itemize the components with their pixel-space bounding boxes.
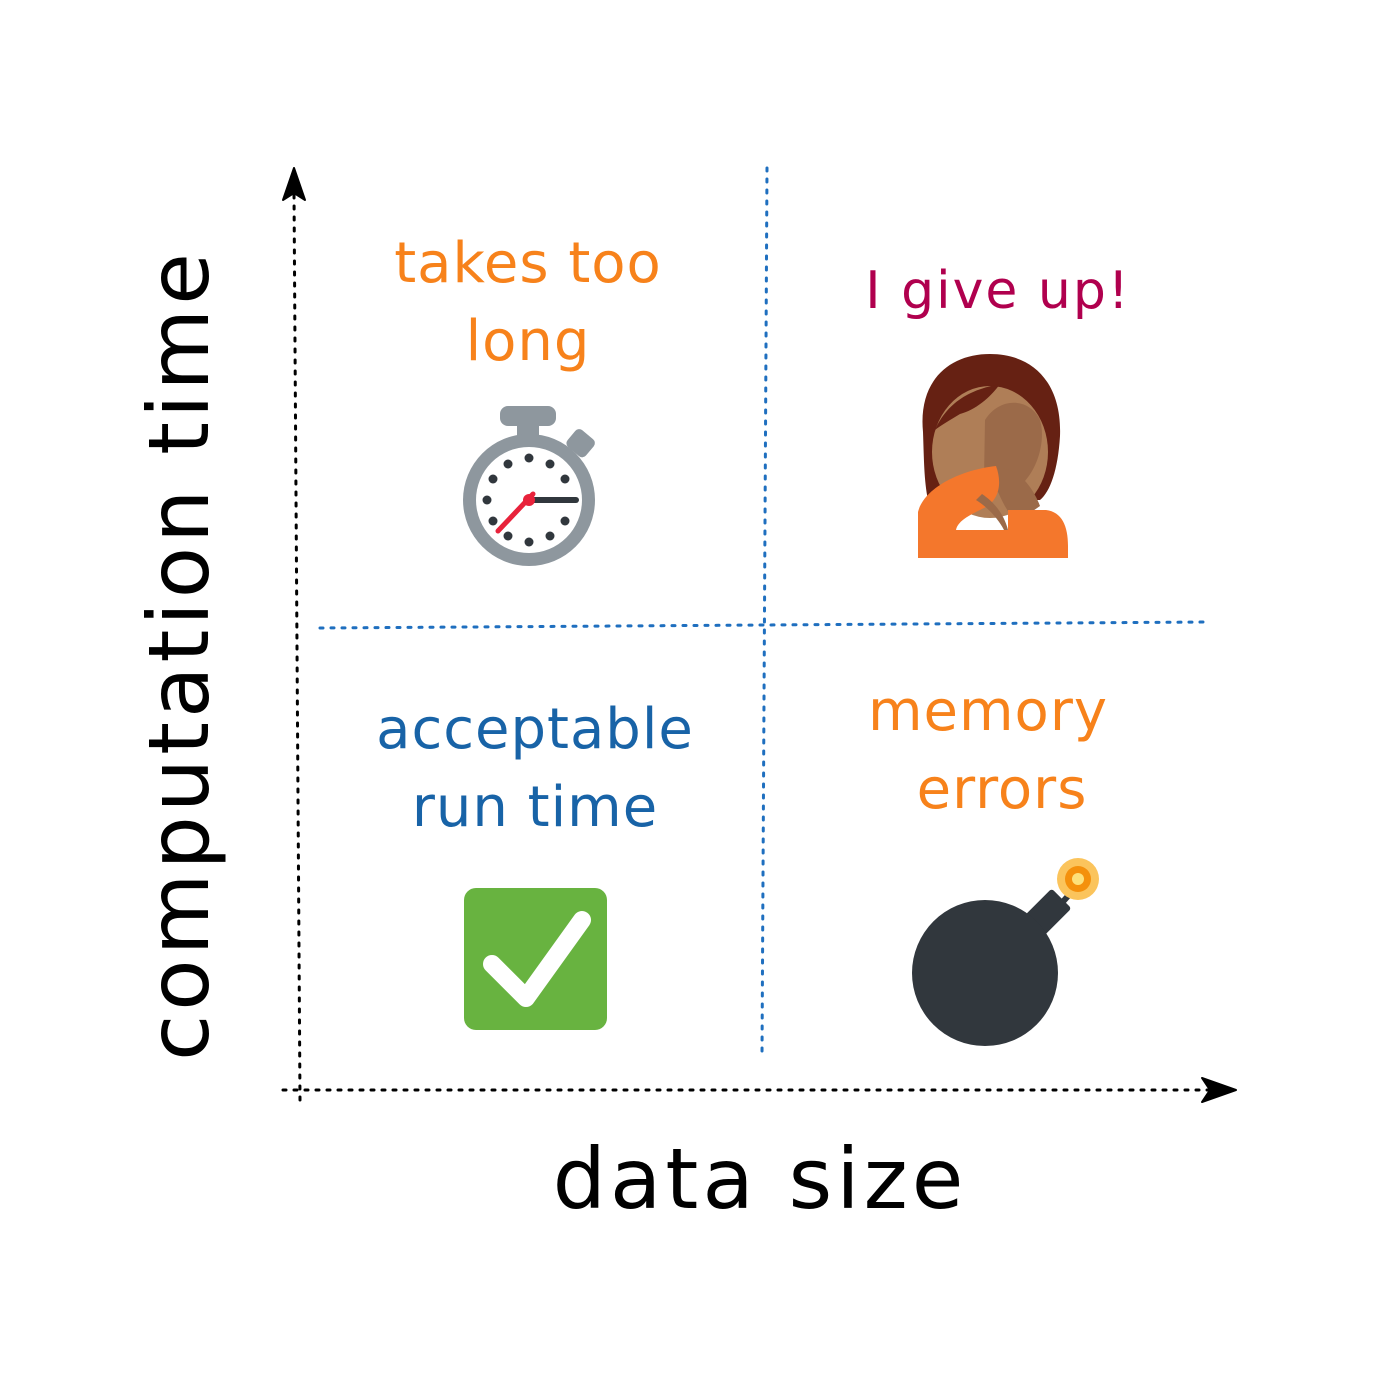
bottom-right-label-line1: memory — [868, 679, 1108, 744]
top-left-label-line1: takes too — [394, 231, 662, 296]
bottom-left-label-line2: run time — [412, 775, 658, 840]
quadrant-bottom-left: acceptable run time — [376, 697, 694, 1030]
quadrant-diagram: data size computation time takes too lon… — [130, 166, 1237, 1228]
check-mark-button-icon — [464, 888, 607, 1030]
bottom-right-label-line2: errors — [917, 757, 1088, 822]
vertical-divider — [760, 166, 769, 1057]
y-axis-label: computation time — [130, 249, 228, 1061]
top-right-label: I give up! — [865, 261, 1130, 321]
stopwatch-icon — [463, 406, 595, 566]
quadrant-top-left: takes too long — [394, 231, 662, 566]
bomb-icon — [912, 858, 1099, 1046]
x-axis-label: data size — [553, 1130, 968, 1228]
quadrant-top-right: I give up! — [865, 261, 1130, 558]
bottom-left-label-line1: acceptable — [376, 697, 694, 762]
top-left-label-line2: long — [466, 309, 591, 374]
quadrant-bottom-right: memory errors — [868, 679, 1108, 1046]
person-facepalming-icon — [918, 354, 1068, 558]
y-axis-line — [292, 190, 302, 1102]
